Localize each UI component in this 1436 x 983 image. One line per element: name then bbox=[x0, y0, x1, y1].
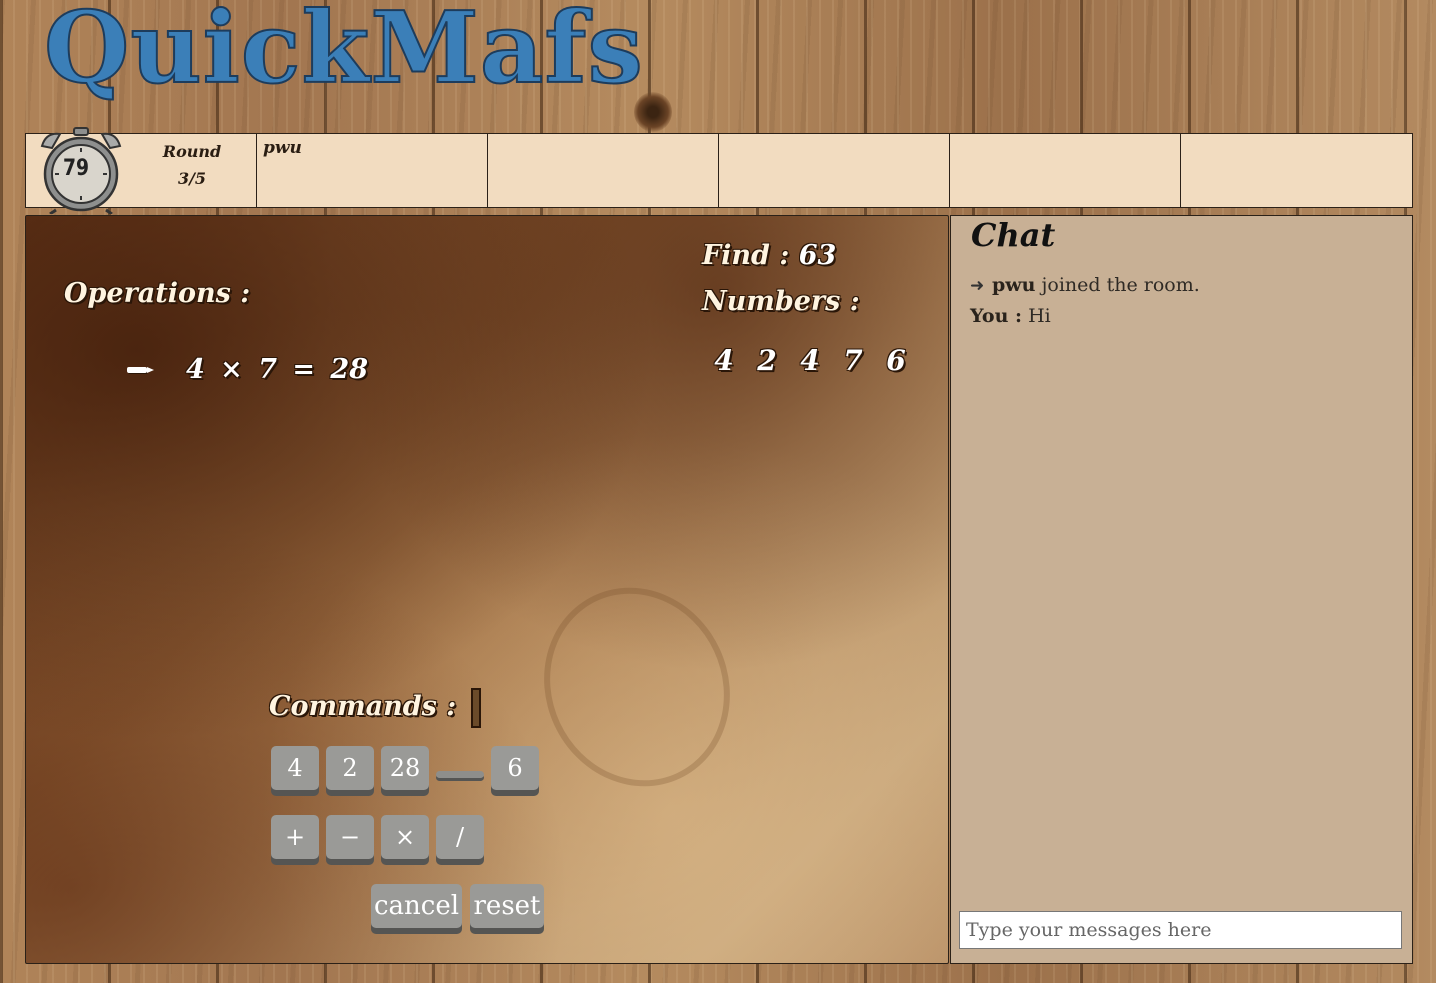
chat-user: You : bbox=[970, 305, 1023, 327]
number-button-4[interactable]: 4 bbox=[271, 746, 319, 790]
operations-heading: Operations : bbox=[64, 278, 251, 309]
commands-heading: Commands : bbox=[269, 691, 457, 722]
number-digit: 4 bbox=[800, 344, 820, 377]
player-slot-4 bbox=[950, 134, 1181, 207]
player-slot-3 bbox=[719, 134, 950, 207]
number-digit: 7 bbox=[843, 344, 863, 377]
number-button-28[interactable]: 28 bbox=[381, 746, 429, 790]
number-button-6[interactable]: 6 bbox=[491, 746, 539, 790]
player-slot-5 bbox=[1181, 134, 1412, 207]
subtract-button[interactable]: − bbox=[326, 815, 374, 859]
chat-text: joined the room. bbox=[1041, 274, 1200, 296]
game-board: Operations : 4 × 7 = 28 Find : 63 Number… bbox=[25, 215, 949, 964]
number-button-2[interactable]: 2 bbox=[326, 746, 374, 790]
timer-value: 79 bbox=[62, 156, 90, 181]
chat-message-system: ➜ pwu joined the room. bbox=[970, 270, 1400, 301]
chat-user: pwu bbox=[992, 274, 1036, 296]
round-label: Round bbox=[162, 142, 222, 161]
multiply-button[interactable]: × bbox=[381, 815, 429, 859]
chat-title: Chat bbox=[971, 216, 1056, 254]
player-slot-2 bbox=[488, 134, 719, 207]
pencil-icon bbox=[124, 365, 156, 375]
chat-input[interactable] bbox=[959, 911, 1402, 949]
scoreboard: 79 Round 3/5 pwu bbox=[25, 127, 1413, 214]
divide-button[interactable]: / bbox=[436, 815, 484, 859]
cancel-button[interactable]: cancel bbox=[371, 884, 462, 928]
chat-message-user: You : Hi bbox=[970, 301, 1400, 331]
add-button[interactable]: + bbox=[271, 815, 319, 859]
chat-text: Hi bbox=[1028, 305, 1051, 327]
number-digit: 6 bbox=[886, 344, 906, 377]
numbers-heading: Numbers : bbox=[702, 286, 860, 317]
operation-text: 4 × 7 = 28 bbox=[186, 354, 368, 385]
command-cursor bbox=[471, 688, 481, 728]
numbers-list: 4 2 4 7 6 bbox=[711, 344, 909, 377]
coffee-stain bbox=[511, 557, 763, 817]
chat-messages: ➜ pwu joined the room. You : Hi bbox=[970, 270, 1400, 331]
player-name: pwu bbox=[263, 138, 302, 158]
round-value: 3/5 bbox=[177, 169, 207, 188]
app-logo: QuickMafs bbox=[43, 0, 644, 106]
operation-row[interactable]: 4 × 7 = 28 bbox=[124, 354, 368, 385]
number-digit: 4 bbox=[714, 344, 734, 377]
find-value: 63 bbox=[798, 240, 837, 271]
arrow-right-icon: ➜ bbox=[970, 276, 985, 296]
timer-round-cell: 79 Round 3/5 bbox=[26, 127, 257, 214]
reset-button[interactable]: reset bbox=[470, 884, 544, 928]
find-heading: Find : 63 bbox=[702, 240, 837, 271]
player-slot-1: pwu bbox=[257, 134, 488, 207]
chat-panel: Chat ➜ pwu joined the room. You : Hi bbox=[950, 215, 1413, 964]
used-number-button bbox=[436, 771, 484, 778]
number-digit: 2 bbox=[757, 344, 777, 377]
